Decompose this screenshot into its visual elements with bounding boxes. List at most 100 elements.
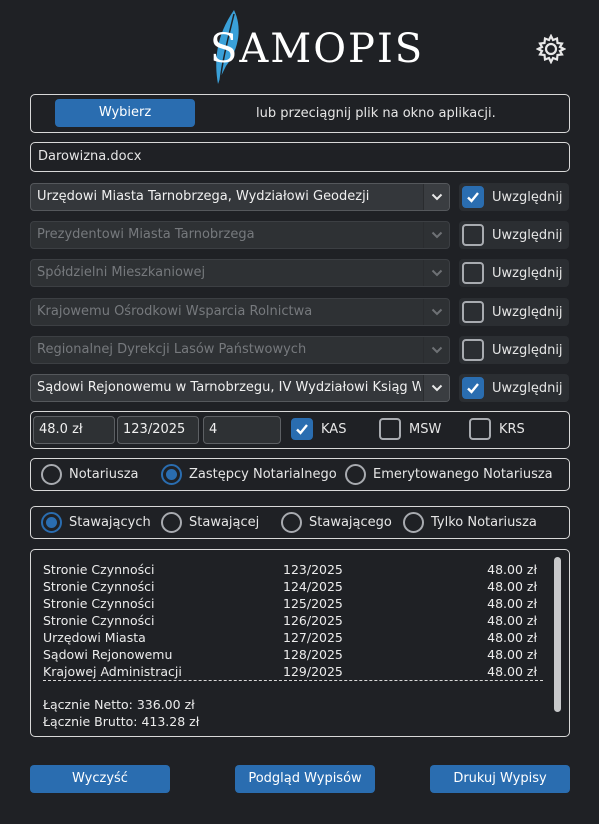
recipient-select-2[interactable]: Spółdzielni Mieszkaniowej [30, 259, 450, 287]
chevron-down-icon[interactable] [423, 375, 449, 401]
include-checkbox-0[interactable]: Uwzględnij [459, 183, 569, 211]
chevron-down-icon[interactable] [423, 260, 449, 286]
filename-field[interactable]: Darowizna.docx [30, 142, 570, 172]
recipient-select-0[interactable]: Urzędowi Miasta Tarnobrzega, Wydziałowi … [30, 183, 450, 211]
radio-selected-icon [161, 464, 182, 485]
role-option-zastepcy[interactable]: Zastępcy Notarialnego [161, 464, 337, 485]
chevron-down-icon[interactable] [423, 337, 449, 363]
summary-name: Sądowi Rejonowemu [43, 647, 173, 662]
summary-name: Stronie Czynności [43, 596, 155, 611]
party-option-tylko-notariusza[interactable]: Tylko Notariusza [403, 512, 537, 533]
radio-selected-icon [41, 512, 62, 533]
party-option-label: Stawającej [189, 515, 260, 530]
summary-number: 125/2025 [283, 596, 343, 611]
party-radio-group: Stawających Stawającej Stawającego Tylko… [30, 506, 570, 539]
summary-amount: 48.00 zł [487, 562, 537, 577]
summary-gross: Łącznie Brutto: 413.28 zł [43, 714, 200, 729]
count-field[interactable]: 4 [203, 416, 281, 444]
recipient-select-label: Regionalnej Dyrekcji Lasów Państwowych [37, 342, 307, 357]
kas-label: KAS [321, 421, 347, 437]
price-field[interactable]: 48.0 zł [33, 416, 115, 444]
include-checkbox-5[interactable]: Uwzględnij [459, 374, 569, 402]
chevron-down-icon[interactable] [423, 222, 449, 248]
summary-name: Stronie Czynności [43, 613, 155, 628]
msw-checkbox[interactable]: MSW [379, 418, 441, 440]
include-checkbox-3[interactable]: Uwzględnij [459, 298, 569, 326]
kas-checkbox[interactable]: KAS [291, 418, 346, 440]
summary-number: 126/2025 [283, 613, 343, 628]
include-label: Uwzględnij [492, 380, 563, 396]
role-option-label: Zastępcy Notarialnego [189, 467, 337, 482]
chevron-down-icon[interactable] [423, 184, 449, 210]
radio-icon [41, 464, 62, 485]
number-field[interactable]: 123/2025 [117, 416, 199, 444]
summary-amount: 48.00 zł [487, 613, 537, 628]
checkbox-box [379, 418, 401, 440]
summary-net: Łącznie Netto: 336.00 zł [43, 697, 195, 712]
include-checkbox-1[interactable]: Uwzględnij [459, 221, 569, 249]
summary-name: Urzędowi Miasta [43, 630, 146, 645]
chevron-down-icon[interactable] [423, 299, 449, 325]
summary-amount: 48.00 zł [487, 579, 537, 594]
role-option-notariusza[interactable]: Notariusza [41, 464, 139, 485]
party-option-label: Tylko Notariusza [431, 515, 537, 530]
recipient-select-4[interactable]: Regionalnej Dyrekcji Lasów Państwowych [30, 336, 450, 364]
summary-name: Stronie Czynności [43, 579, 155, 594]
role-radio-group: Notariusza Zastępcy Notarialnego Emeryto… [30, 458, 570, 491]
recipient-select-label: Prezydentowi Miasta Tarnobrzega [37, 227, 255, 242]
check-icon [291, 418, 313, 440]
include-label: Uwzględnij [492, 342, 563, 358]
recipient-select-label: Spółdzielni Mieszkaniowej [37, 265, 206, 280]
recipient-select-label: Urzędowi Miasta Tarnobrzega, Wydziałowi … [37, 189, 370, 204]
check-icon [462, 186, 484, 208]
include-checkbox-4[interactable]: Uwzględnij [459, 336, 569, 364]
summary-number: 127/2025 [283, 630, 343, 645]
radio-icon [281, 512, 302, 533]
radio-icon [345, 464, 366, 485]
recipient-select-1[interactable]: Prezydentowi Miasta Tarnobrzega [30, 221, 450, 249]
include-label: Uwzględnij [492, 304, 563, 320]
role-option-emerytowanego[interactable]: Emerytowanego Notariusza [345, 464, 553, 485]
role-option-label: Notariusza [69, 467, 139, 482]
choose-file-button[interactable]: Wybierz [55, 99, 195, 127]
checkbox-box [462, 224, 484, 246]
summary-amount: 48.00 zł [487, 664, 537, 679]
recipient-select-5[interactable]: Sądowi Rejonowemu w Tarnobrzegu, IV Wydz… [30, 374, 450, 402]
party-option-stawajacego[interactable]: Stawającego [281, 512, 392, 533]
drop-hint: lub przeciągnij plik na okno aplikacji. [256, 106, 496, 121]
summary-number: 123/2025 [283, 562, 343, 577]
app-logo: SAMOPIS [196, 6, 422, 86]
recipient-select-3[interactable]: Krajowemu Ośrodkowi Wsparcia Rolnictwa [30, 298, 450, 326]
summary-number: 129/2025 [283, 664, 343, 679]
preview-button[interactable]: Podgląd Wypisów [235, 765, 375, 793]
party-option-stawajacych[interactable]: Stawających [41, 512, 151, 533]
krs-label: KRS [499, 421, 525, 437]
gear-icon[interactable] [535, 33, 567, 65]
radio-icon [161, 512, 182, 533]
file-chooser-panel: Wybierz lub przeciągnij plik na okno apl… [30, 94, 570, 133]
checkbox-box [469, 418, 491, 440]
role-option-label: Emerytowanego Notariusza [373, 467, 553, 482]
summary-list[interactable]: Stronie Czynności 123/2025 48.00 zł Stronie… [30, 549, 570, 737]
clear-button[interactable]: Wyczyść [30, 765, 170, 793]
checkbox-box [462, 262, 484, 284]
include-checkbox-2[interactable]: Uwzględnij [459, 259, 569, 287]
logo-text: SAMOPIS [210, 26, 425, 72]
party-option-stawajacej[interactable]: Stawającej [161, 512, 259, 533]
checkbox-box [462, 339, 484, 361]
summary-scrollbar[interactable] [554, 557, 561, 712]
checkbox-box [462, 301, 484, 323]
summary-number: 124/2025 [283, 579, 343, 594]
print-button[interactable]: Drukuj Wypisy [430, 765, 570, 793]
summary-amount: 48.00 zł [487, 647, 537, 662]
summary-number: 128/2025 [283, 647, 343, 662]
include-label: Uwzględnij [492, 265, 563, 281]
summary-name: Stronie Czynności [43, 562, 155, 577]
summary-amount: 48.00 zł [487, 630, 537, 645]
include-label: Uwzględnij [492, 227, 563, 243]
summary-name: Krajowej Administracji [43, 664, 182, 679]
krs-checkbox[interactable]: KRS [469, 418, 525, 440]
recipient-select-label: Krajowemu Ośrodkowi Wsparcia Rolnictwa [37, 304, 313, 319]
include-label: Uwzględnij [492, 189, 563, 205]
check-icon [462, 377, 484, 399]
